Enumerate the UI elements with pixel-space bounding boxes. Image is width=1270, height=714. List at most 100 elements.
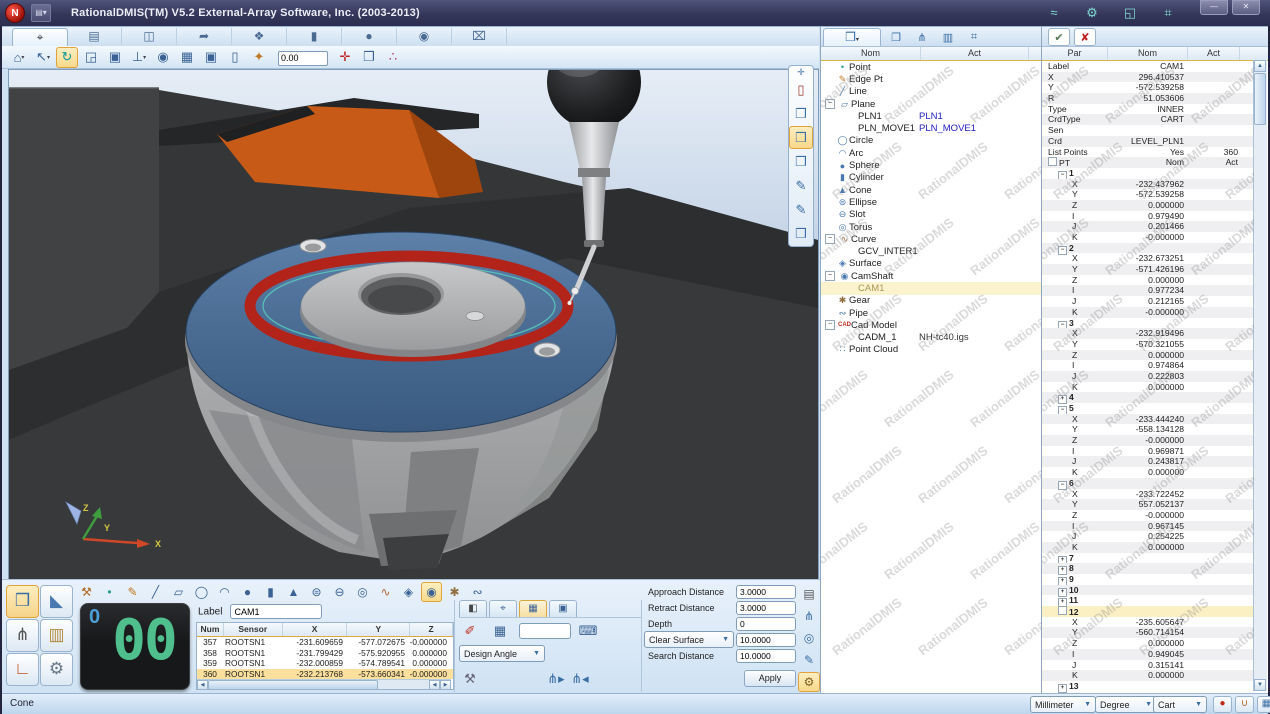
expand-icon[interactable]: − bbox=[825, 271, 835, 281]
prop-row[interactable]: −2 bbox=[1042, 243, 1254, 254]
prop-row[interactable]: Y-571.426196 bbox=[1042, 264, 1254, 275]
vscroll-thumb[interactable] bbox=[1254, 73, 1266, 125]
geom-line-button[interactable]: ╱ bbox=[145, 582, 166, 602]
cube-edit-1-button[interactable]: ✎ bbox=[789, 174, 813, 197]
expand-icon[interactable]: − bbox=[825, 320, 835, 330]
prop-row[interactable]: X-235.605647 bbox=[1042, 617, 1254, 628]
tree-item-cylinder[interactable]: ▮Cylinder bbox=[821, 172, 1041, 184]
geom-torus-button[interactable]: ◎ bbox=[352, 582, 373, 602]
prop-row[interactable]: −6 bbox=[1042, 478, 1254, 489]
table-row[interactable]: 360ROOTSN1-232.213768-573.660341-0.00000… bbox=[197, 669, 453, 680]
feature-tree[interactable]: •Point✎Edge Pt╱Line−▱PlanePLN1PLN1PLN_MO… bbox=[821, 61, 1041, 694]
prop-row[interactable]: Z-0.000000 bbox=[1042, 435, 1254, 446]
tree-item-ellipse[interactable]: ⊜Ellipse bbox=[821, 196, 1041, 208]
geom-gear-button[interactable]: ✱ bbox=[444, 582, 465, 602]
scroll-down-icon[interactable]: ▼ bbox=[1254, 679, 1266, 691]
tolerance-input[interactable] bbox=[278, 51, 328, 66]
tree-item-point[interactable]: •Point bbox=[821, 61, 1041, 73]
geom-edge-point-button[interactable]: ✎ bbox=[122, 582, 143, 602]
search-zoom-button[interactable]: ◎ bbox=[798, 628, 820, 648]
tab-measure-tab[interactable]: ⌖ bbox=[12, 28, 68, 46]
tree-item-surface[interactable]: ◈Surface bbox=[821, 258, 1041, 270]
close-button[interactable]: ✕ bbox=[1232, 0, 1260, 15]
col-act[interactable]: Act bbox=[921, 47, 1029, 60]
col-nom2[interactable]: Nom bbox=[1108, 47, 1188, 60]
sensor-col-x[interactable]: X bbox=[283, 623, 348, 636]
prop-row[interactable]: J0.254225 bbox=[1042, 531, 1254, 542]
tree-item-pln1[interactable]: PLN1PLN1 bbox=[821, 110, 1041, 122]
unit-select-cart[interactable]: Cart▼ bbox=[1153, 696, 1207, 713]
geom-plane-button[interactable]: ▱ bbox=[168, 582, 189, 602]
table-row[interactable]: 359ROOTSN1-232.000859-574.7895410.000000 bbox=[197, 658, 453, 669]
cube-edit-2-button[interactable]: ✎ bbox=[789, 198, 813, 221]
col-act2[interactable]: Act bbox=[1188, 47, 1240, 60]
tab-sphere-tab[interactable]: ● bbox=[342, 28, 397, 45]
geom-arc-button[interactable]: ◠ bbox=[214, 582, 235, 602]
prop-row[interactable]: +9 bbox=[1042, 574, 1254, 585]
geom-pipe-button[interactable]: ∾ bbox=[467, 582, 488, 602]
pin-icon[interactable]: ✛ bbox=[797, 68, 805, 78]
prop-row[interactable]: J0.243817 bbox=[1042, 456, 1254, 467]
tree-item-pipe[interactable]: ∾Pipe bbox=[821, 307, 1041, 319]
clear-surface-input[interactable] bbox=[736, 633, 796, 647]
prop-row[interactable]: I0.949045 bbox=[1042, 649, 1254, 660]
erase-point-icon[interactable]: ✐ bbox=[459, 621, 481, 642]
depth-input[interactable] bbox=[736, 617, 796, 631]
geom-surface-button[interactable]: ◈ bbox=[398, 582, 419, 602]
prop-row[interactable]: I0.979490 bbox=[1042, 211, 1254, 222]
prop-row[interactable]: PTNomAct bbox=[1042, 157, 1254, 168]
scroll-right-icon[interactable]: ▶ bbox=[440, 680, 451, 690]
unit-select-degree[interactable]: Degree▼ bbox=[1095, 696, 1157, 713]
prop-row[interactable]: Z0.000000 bbox=[1042, 275, 1254, 286]
sensor-table-hscrollbar[interactable]: ◀ ◀ ▶ bbox=[197, 679, 451, 689]
sensor-col-y[interactable]: Y bbox=[347, 623, 410, 636]
cylinder-probe-button[interactable]: ▯ bbox=[789, 78, 813, 101]
tree-item-cad-model[interactable]: −CADCad Model bbox=[821, 319, 1041, 331]
prop-row[interactable]: K0.000000 bbox=[1042, 670, 1254, 681]
geom-ellipse-button[interactable]: ⊜ bbox=[306, 582, 327, 602]
prop-row[interactable]: −5 bbox=[1042, 403, 1254, 414]
design-angle-select[interactable]: Design Angle▼ bbox=[459, 645, 545, 662]
sensor-col-sensor[interactable]: Sensor bbox=[224, 623, 283, 636]
prop-row[interactable]: R51.053606 bbox=[1042, 93, 1254, 104]
prop-row[interactable]: X-232.673251 bbox=[1042, 253, 1254, 264]
prop-row[interactable]: +10 bbox=[1042, 585, 1254, 596]
sensor-table[interactable]: NumSensorXYZ 357ROOTSN1-231.609659-577.0… bbox=[196, 622, 454, 690]
prop-row[interactable]: K0.000000 bbox=[1042, 382, 1254, 393]
geom-cone-button[interactable]: ▲ bbox=[283, 582, 304, 602]
probe-small-icon[interactable]: ⋔ bbox=[911, 28, 933, 46]
prop-row[interactable]: Z-0.000000 bbox=[1042, 510, 1254, 521]
prop-row[interactable]: Z0.000000 bbox=[1042, 350, 1254, 361]
prop-row[interactable]: I0.977234 bbox=[1042, 285, 1254, 296]
sensor-col-z[interactable]: Z bbox=[410, 623, 453, 636]
tree-item-cadm-1[interactable]: CADM_1NH-tc40.igs bbox=[821, 332, 1041, 344]
prop-row[interactable]: LabelCAM1 bbox=[1042, 61, 1254, 72]
camera-button[interactable]: ▣ bbox=[200, 47, 222, 68]
geom-cylinder-button[interactable]: ▮ bbox=[260, 582, 281, 602]
prop-row[interactable]: Y-572.539258 bbox=[1042, 82, 1254, 93]
expand-icon[interactable]: − bbox=[825, 234, 835, 244]
prop-row[interactable]: CrdTypeCART bbox=[1042, 114, 1254, 125]
view-cube-2-button[interactable]: ❒ bbox=[789, 126, 813, 149]
expand-icon[interactable]: − bbox=[825, 99, 835, 109]
settings-gear-button[interactable]: ⚙ bbox=[798, 672, 820, 692]
prop-row[interactable]: X-233.444240 bbox=[1042, 414, 1254, 425]
cursor-button[interactable]: ↖▾ bbox=[32, 47, 54, 68]
geom-sphere-button[interactable]: ● bbox=[237, 582, 258, 602]
cube-move-button[interactable]: ❒ bbox=[789, 222, 813, 245]
tree-item-cam1[interactable]: CAM1 bbox=[821, 282, 1041, 294]
assembly-button[interactable]: ▣ bbox=[104, 47, 126, 68]
prop-row[interactable]: X296.410537 bbox=[1042, 72, 1254, 83]
col-par[interactable]: Par bbox=[1042, 47, 1108, 60]
unit-select-millimeter[interactable]: Millimeter▼ bbox=[1030, 696, 1096, 713]
probe-back-icon[interactable]: ⋔◂ bbox=[569, 668, 591, 689]
search-distance-input[interactable] bbox=[736, 649, 796, 663]
prop-row[interactable]: Z0.000000 bbox=[1042, 638, 1254, 649]
axis-triad-button[interactable]: ∟ bbox=[6, 653, 39, 686]
tree-item-camshaft[interactable]: −◉CamShaft bbox=[821, 270, 1041, 282]
tab-report-tab[interactable]: ▤ bbox=[67, 28, 122, 45]
path-tab[interactable]: ⌖ bbox=[489, 600, 517, 617]
geom-sensor-tool-button[interactable]: ⚒ bbox=[76, 582, 97, 602]
sensor-small-icon[interactable]: ⚒ bbox=[459, 668, 481, 689]
prop-row[interactable]: X-232.437962 bbox=[1042, 179, 1254, 190]
